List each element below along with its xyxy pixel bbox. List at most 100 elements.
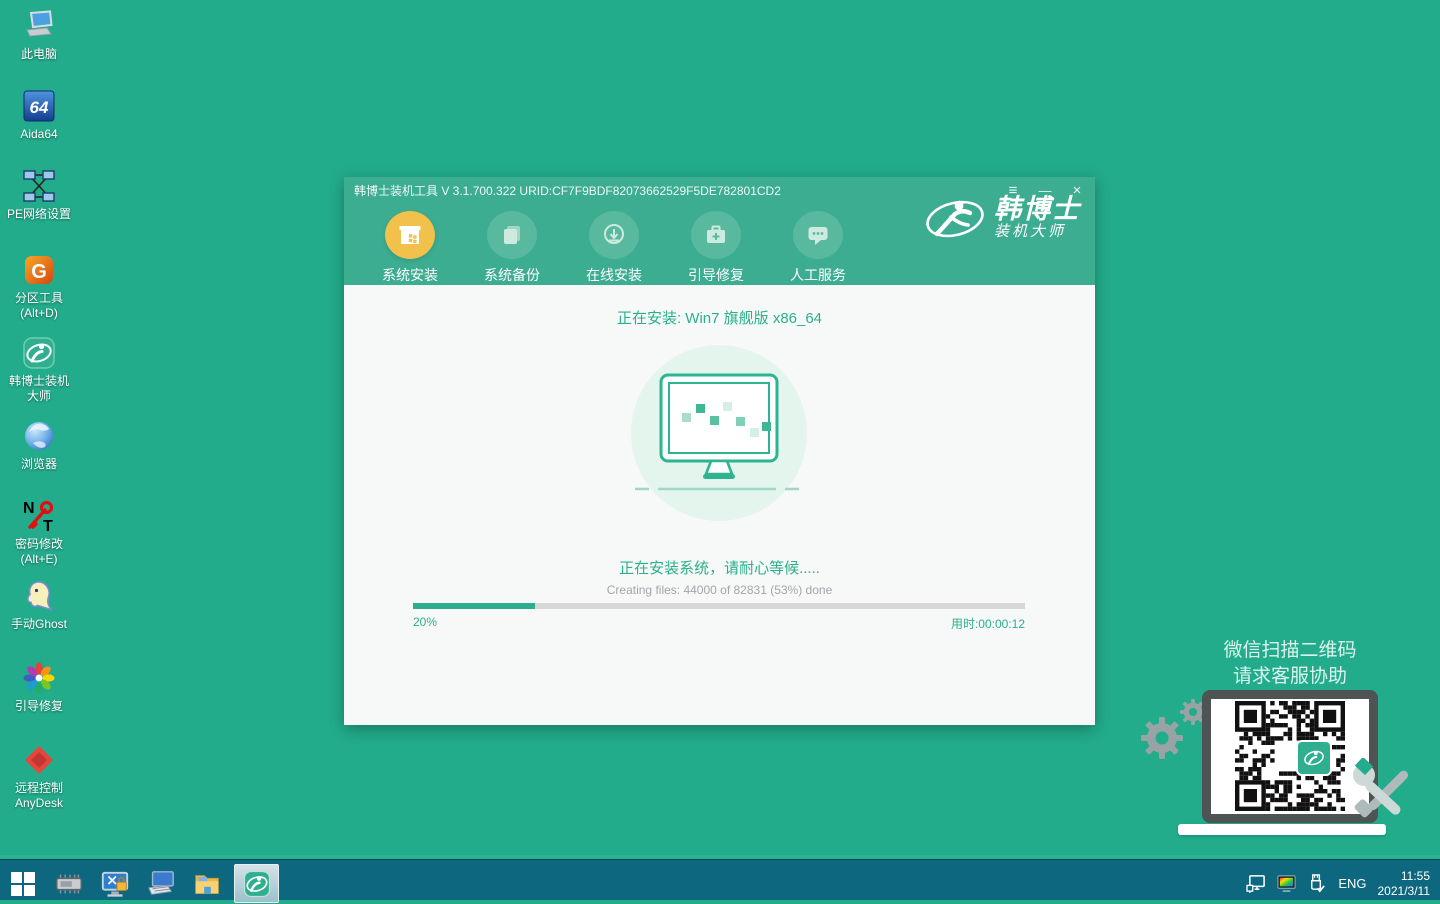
tab-human-service[interactable]: 人工服务: [767, 203, 869, 285]
progress-percent: 20%: [413, 615, 437, 632]
anydesk-diamond-icon: [21, 742, 57, 778]
desktop-icon-label: 引导修复: [15, 699, 63, 714]
network-status-icon[interactable]: [1246, 874, 1267, 893]
chat-service-icon: [793, 211, 843, 259]
diskgenius-icon: G: [21, 252, 57, 288]
tab-label: 引导修复: [688, 265, 744, 285]
taskbar-memory-chip-button[interactable]: [46, 863, 92, 904]
brand-logo: 韩博士 装机大师: [924, 193, 1081, 243]
install-title: 正在安装: Win7 旗舰版 x86_64: [344, 307, 1095, 328]
install-progress-panel: 正在安装: Win7 旗舰版 x86_64 正在安装系统，请: [344, 285, 1095, 725]
tab-online-install[interactable]: 在线安装: [563, 203, 665, 285]
desktop-icon-label: 手动Ghost: [11, 617, 67, 632]
on-screen-keyboard-icon: [146, 869, 176, 899]
tab-label: 系统备份: [484, 265, 540, 285]
qr-help-text: 微信扫描二维码 请求客服协助: [1150, 638, 1430, 690]
tab-label: 在线安装: [586, 265, 642, 285]
desktop-icon-aida64[interactable]: 64 Aida64: [0, 88, 78, 142]
status-text: 正在安装系统，请耐心等候.....: [344, 557, 1095, 578]
wrench-screwdriver-icon: [1348, 758, 1426, 826]
toolbox-repair-icon: [691, 211, 741, 259]
desktop-icon-browser[interactable]: 浏览器: [0, 418, 78, 472]
file-progress-text: Creating files: 44000 of 82831 (53%) don…: [344, 583, 1095, 597]
globe-icon: [21, 418, 57, 454]
progress-labels: 20% 用时:00:00:12: [413, 615, 1025, 632]
desktop-icon-label2: 大师: [27, 389, 51, 404]
qr-code-area: [1235, 701, 1345, 811]
desktop-icon-boot-repair[interactable]: 引导修复: [0, 660, 78, 714]
clock[interactable]: 11:55 2021/3/11: [1378, 869, 1435, 899]
brand-figure-icon: [924, 193, 986, 243]
brand-text: 韩博士 装机大师: [994, 195, 1081, 241]
start-button[interactable]: [0, 863, 46, 904]
desktop-icon-label2: AnyDesk: [15, 796, 63, 811]
taskbar-hanboshi-app-button[interactable]: [234, 864, 279, 903]
window-title: 韩博士装机工具 V 3.1.700.322 URID:CF7F9BDF82073…: [354, 182, 781, 199]
desktop-icon-label: 远程控制: [15, 781, 63, 796]
window-header: 韩博士装机工具 V 3.1.700.322 URID:CF7F9BDF82073…: [344, 177, 1095, 285]
progress-bar-fill: [413, 603, 535, 609]
desktop-icon-label: 韩博士装机: [9, 374, 69, 389]
desktop-icon-partition-tool[interactable]: G 分区工具 (Alt+D): [0, 252, 78, 321]
hanboshi-logo-icon: [1301, 745, 1327, 771]
svg-text:64: 64: [30, 98, 49, 117]
desktop-icon-label2: (Alt+E): [20, 552, 57, 567]
gears-icon: [1138, 698, 1210, 760]
svg-text:T: T: [43, 518, 53, 534]
tab-label: 人工服务: [790, 265, 846, 285]
progress-bar: [413, 603, 1025, 609]
taskbar: ENG 11:55 2021/3/11: [0, 855, 1440, 900]
desktop-icon-hanboshi-master[interactable]: 韩博士装机 大师: [0, 335, 78, 404]
taskbar-file-explorer-button[interactable]: [184, 863, 230, 904]
pinwheel-flower-icon: [21, 660, 57, 696]
desktop-icon-label: 此电脑: [21, 47, 57, 62]
tab-boot-repair[interactable]: 引导修复: [665, 203, 767, 285]
desktop-icon-password-reset[interactable]: N T 密码修改 (Alt+E): [0, 498, 78, 567]
language-indicator[interactable]: ENG: [1336, 876, 1368, 891]
desktop-icon-label: PE网络设置: [7, 207, 71, 222]
installer-window: 韩博士装机工具 V 3.1.700.322 URID:CF7F9BDF82073…: [344, 177, 1095, 725]
aida64-icon: 64: [21, 88, 57, 124]
svg-text:G: G: [31, 261, 47, 283]
network-nodes-icon: [21, 168, 57, 204]
monitor-drawing-icon: [631, 367, 807, 497]
nt-password-key-icon: N T: [21, 498, 57, 534]
brand-subtitle: 装机大师: [994, 223, 1081, 241]
windows-logo-icon: [10, 871, 36, 897]
folder-icon: [192, 869, 222, 899]
elapsed-time: 用时:00:00:12: [951, 615, 1025, 632]
tab-system-install[interactable]: 系统安装: [359, 203, 461, 285]
desktop-icon-label2: (Alt+D): [20, 306, 58, 321]
monitor-illustration: [631, 345, 807, 521]
taskbar-on-screen-keyboard-button[interactable]: [138, 863, 184, 904]
usb-eject-icon[interactable]: [1306, 874, 1327, 893]
install-box-icon: [385, 211, 435, 259]
svg-text:N: N: [23, 500, 35, 517]
desktop-icon-anydesk[interactable]: 远程控制 AnyDesk: [0, 742, 78, 811]
desktop-icon-this-pc[interactable]: 此电脑: [0, 8, 78, 62]
qr-help-line2: 请求客服协助: [1150, 664, 1430, 690]
tab-label: 系统安装: [382, 265, 438, 285]
hanboshi-logo-icon: [242, 869, 272, 899]
qr-center-logo: [1296, 740, 1332, 776]
memory-chip-icon: [54, 869, 84, 899]
desktop-icon-manual-ghost[interactable]: 手动Ghost: [0, 578, 78, 632]
tab-system-backup[interactable]: 系统备份: [461, 203, 563, 285]
desktop-icon-pe-network[interactable]: PE网络设置: [0, 168, 78, 222]
screenshot-tool-icon: [100, 869, 130, 899]
tab-bar: 系统安装 系统备份 在线安装 引导修复: [344, 203, 869, 285]
hanboshi-logo-icon: [21, 335, 57, 371]
taskbar-apps: [0, 863, 279, 904]
taskbar-screenshot-tool-button[interactable]: [92, 863, 138, 904]
brand-name: 韩博士: [994, 195, 1081, 223]
clock-time: 11:55: [1378, 869, 1431, 884]
this-pc-icon: [21, 8, 57, 44]
clock-date: 2021/3/11: [1378, 884, 1431, 899]
ghost-icon: [21, 578, 57, 614]
desktop-icon-label: 密码修改: [15, 537, 63, 552]
display-settings-icon[interactable]: [1276, 874, 1297, 893]
system-tray: ENG 11:55 2021/3/11: [1246, 863, 1434, 904]
backup-copy-icon: [487, 211, 537, 259]
qr-help-line1: 微信扫描二维码: [1150, 638, 1430, 664]
desktop-icon-label: 分区工具: [15, 291, 63, 306]
